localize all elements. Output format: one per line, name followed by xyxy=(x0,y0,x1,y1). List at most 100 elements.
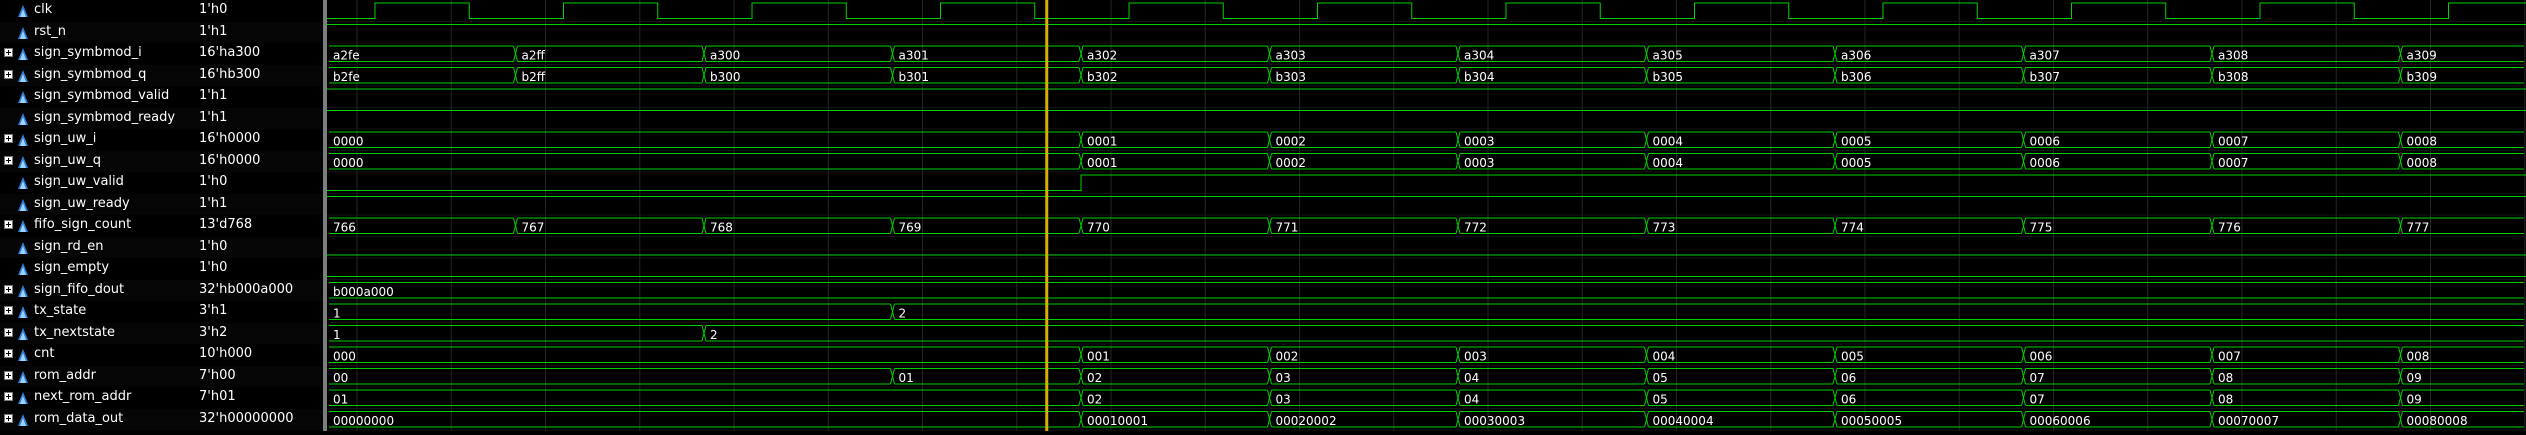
signal-row-cnt[interactable]: cnt xyxy=(0,344,193,366)
bus-value-label: a308 xyxy=(2218,49,2248,63)
bus-value-label: 02 xyxy=(1087,371,1102,385)
waveform-sign_uw_i: 0000 0001 0002 0003 0004 0005 0006 0007 0008 xyxy=(329,131,2524,149)
signal-row-rom_data_out[interactable]: rom_data_out xyxy=(0,408,193,430)
expand-icon[interactable] xyxy=(4,134,13,143)
signal-icon xyxy=(16,25,30,39)
expand-icon[interactable] xyxy=(4,413,13,423)
bus-value-label: a305 xyxy=(1653,49,1683,63)
expand-icon[interactable] xyxy=(4,306,13,315)
signal-icon xyxy=(16,175,30,189)
signal-icon xyxy=(16,68,30,82)
bus-value-label: b306 xyxy=(1841,70,1872,84)
signal-row-sign_symbmod_q[interactable]: sign_symbmod_q xyxy=(0,64,193,86)
signal-name: rom_data_out xyxy=(34,410,124,426)
bus-value-label: 0000 xyxy=(333,156,364,170)
expand-icon[interactable] xyxy=(4,220,13,229)
signal-icon xyxy=(16,3,30,17)
signal-row-sign_uw_valid[interactable]: sign_uw_valid xyxy=(0,172,193,194)
bus-value-label: 04 xyxy=(1464,393,1479,407)
bus-value-label: b300 xyxy=(710,70,741,84)
expand-icon[interactable] xyxy=(4,155,13,165)
bus-value-label: 0003 xyxy=(1464,135,1495,149)
waveform-pane[interactable]: a2fe a2ff a300 a301 a302 a303 a304 a305 a306 a307… xyxy=(327,0,2526,431)
signal-name: rom_addr xyxy=(34,367,96,383)
bus-value-label: 001 xyxy=(1087,350,1110,364)
expand-icon[interactable] xyxy=(4,327,13,337)
signal-row-sign_uw_q[interactable]: sign_uw_q xyxy=(0,150,193,172)
expand-icon[interactable] xyxy=(4,48,13,57)
signal-row-sign_symbmod_ready[interactable]: sign_symbmod_ready xyxy=(0,107,193,129)
signal-value: 16'ha300 xyxy=(199,45,261,60)
signal-icon xyxy=(16,412,30,426)
signal-row-next_rom_addr[interactable]: next_rom_addr xyxy=(0,387,193,409)
signal-value: 1'h1 xyxy=(199,88,228,103)
signal-row-sign_empty[interactable]: sign_empty xyxy=(0,258,193,280)
bus-value-label: 08 xyxy=(2218,393,2233,407)
bus-value-label: b308 xyxy=(2218,70,2249,84)
signal-row-tx_nextstate[interactable]: tx_nextstate xyxy=(0,322,193,344)
bus-value-label: a306 xyxy=(1841,49,1871,63)
bus-value-label: 007 xyxy=(2218,350,2241,364)
bus-value-label: b307 xyxy=(2030,70,2061,84)
signal-value-row: 1'h1 xyxy=(193,86,323,108)
signal-icon xyxy=(16,283,30,297)
bus-value-label: 1 xyxy=(333,328,341,342)
expand-icon[interactable] xyxy=(4,370,13,380)
signal-value: 32'hb000a000 xyxy=(199,281,294,297)
signal-icon xyxy=(16,46,30,60)
bus-value-label: 766 xyxy=(333,221,356,235)
signal-row-clk[interactable]: clk xyxy=(0,0,193,22)
bus-value-label: a303 xyxy=(1276,49,1306,63)
waveform-tx_nextstate: 12 xyxy=(329,325,2524,342)
signal-value: 16'h0000 xyxy=(199,131,261,146)
signal-icon xyxy=(16,218,30,232)
signal-name: sign_uw_valid xyxy=(34,174,124,189)
signal-value: 7'h01 xyxy=(199,389,236,404)
signal-value: 7'h00 xyxy=(199,367,236,383)
bus-value-label: 05 xyxy=(1653,393,1668,407)
bus-value-label: 06 xyxy=(1841,371,1856,385)
bus-value-label: 000 xyxy=(333,350,356,364)
bus-value-label: 773 xyxy=(1653,221,1676,235)
signal-row-rst_n[interactable]: rst_n xyxy=(0,21,193,43)
signal-row-sign_uw_i[interactable]: sign_uw_i xyxy=(0,129,193,151)
bus-value-label: 772 xyxy=(1464,221,1487,235)
expand-icon[interactable] xyxy=(4,284,13,294)
signal-values-pane: 1'h0 1'h1 16'ha300 16'hb300 1'h1 1'h1 16'h0000… xyxy=(193,0,323,431)
signal-row-tx_state[interactable]: tx_state xyxy=(0,301,193,323)
signal-name: sign_symbmod_ready xyxy=(34,109,176,125)
bus-value-label: 02 xyxy=(1087,393,1102,407)
bus-value-label: 0001 xyxy=(1087,135,1118,149)
signal-row-sign_rd_en[interactable]: sign_rd_en xyxy=(0,236,193,258)
signal-row-rom_addr[interactable]: rom_addr xyxy=(0,365,193,387)
signal-name: next_rom_addr xyxy=(34,389,132,404)
signal-value-row: 3'h1 xyxy=(193,301,323,323)
waveform-canvas[interactable]: a2fe a2ff a300 a301 a302 a303 a304 a305 a306 a307… xyxy=(327,0,2526,431)
signal-value-row: 7'h01 xyxy=(193,387,323,409)
bus-value-label: 770 xyxy=(1087,221,1110,235)
bus-value-label: 00 xyxy=(333,371,348,385)
signal-name: sign_rd_en xyxy=(34,238,104,254)
signal-value-row: 32'hb000a000 xyxy=(193,279,323,301)
signal-value-row: 16'ha300 xyxy=(193,43,323,65)
bus-value-label: 00040004 xyxy=(1653,414,1714,428)
signal-row-sign_fifo_dout[interactable]: sign_fifo_dout xyxy=(0,279,193,301)
bus-value-label: b2ff xyxy=(522,70,546,84)
signal-row-sign_symbmod_valid[interactable]: sign_symbmod_valid xyxy=(0,86,193,108)
expand-icon[interactable] xyxy=(4,392,13,401)
bus-value-label: 01 xyxy=(899,371,914,385)
signal-icon xyxy=(16,197,30,211)
bus-value-label: 769 xyxy=(899,221,922,235)
expand-icon[interactable] xyxy=(4,69,13,79)
bus-value-label: a309 xyxy=(2407,49,2437,63)
signal-value: 1'h0 xyxy=(199,174,228,189)
signal-value: 1'h0 xyxy=(199,260,228,275)
bus-value-label: 00000000 xyxy=(333,414,394,428)
signal-value-row: 16'h0000 xyxy=(193,129,323,151)
signal-value-row: 13'd768 xyxy=(193,215,323,237)
expand-icon[interactable] xyxy=(4,349,13,358)
waveform-sign_symbmod_i: a2fe a2ff a300 a301 a302 a303 a304 a305 a306 a307… xyxy=(329,45,2524,63)
signal-row-sign_uw_ready[interactable]: sign_uw_ready xyxy=(0,193,193,215)
signal-row-fifo_sign_count[interactable]: fifo_sign_count xyxy=(0,215,193,237)
signal-row-sign_symbmod_i[interactable]: sign_symbmod_i xyxy=(0,43,193,65)
